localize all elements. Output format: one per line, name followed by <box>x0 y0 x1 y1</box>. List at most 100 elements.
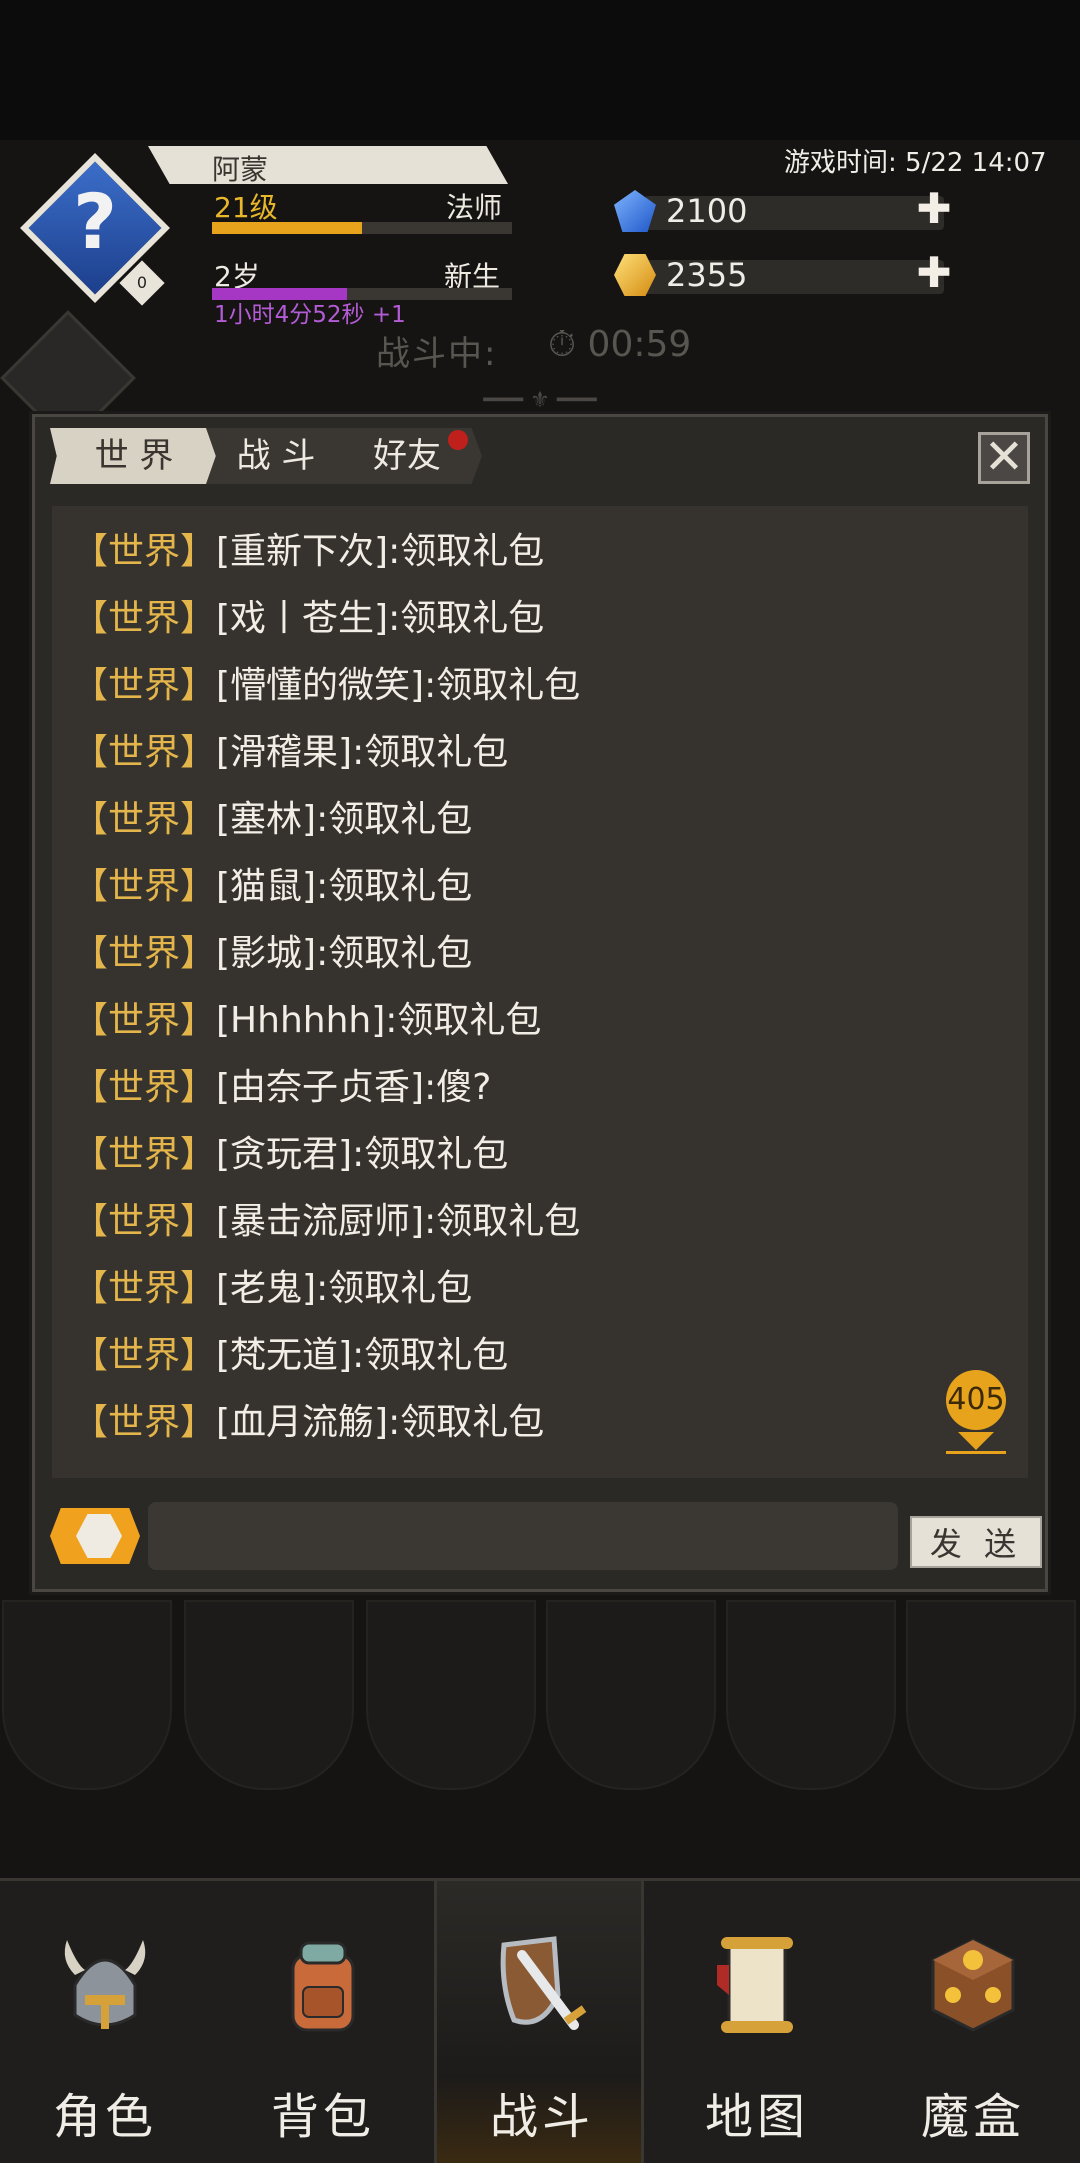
message-text: :领取礼包 <box>385 1000 542 1041</box>
nav-label-backpack: 背包 <box>270 2089 375 2145</box>
send-button[interactable]: 发 送 <box>910 1516 1042 1568</box>
list-item: 【世界】[血月流觞]:领取礼包 <box>72 1393 544 1445</box>
message-text: :领取礼包 <box>352 732 509 773</box>
blue-gem-value: 2100 <box>666 192 748 230</box>
level-progress-bar <box>212 222 512 234</box>
tab-battle[interactable]: 战 斗 <box>206 428 346 484</box>
list-item: 【世界】[梵无道]:领取礼包 <box>72 1326 508 1378</box>
clock-icon: ⏱ <box>548 324 577 365</box>
chat-message-list[interactable]: 【世界】[重新下次]:领取礼包 【世界】[戏丨苍生]:领取礼包 【世界】[懵懂的… <box>52 506 1028 1478</box>
message-user[interactable]: [懵懂的微笑] <box>216 665 424 706</box>
gold-gem-counter: 2355 ✚ <box>614 252 954 296</box>
battle-status-label: 战斗中: <box>376 334 498 374</box>
message-text: :领取礼包 <box>316 866 473 907</box>
list-item: 【世界】[贪玩君]:领取礼包 <box>72 1125 508 1177</box>
player-name: 阿蒙 <box>212 153 269 186</box>
message-user[interactable]: [塞林] <box>216 799 316 840</box>
message-text: :领取礼包 <box>424 665 581 706</box>
channel-tag: 【世界】 <box>72 933 217 974</box>
add-gold-gem-button[interactable]: ✚ <box>914 252 954 294</box>
message-user[interactable]: [血月流觞] <box>216 1402 388 1443</box>
emoji-button[interactable] <box>50 1508 140 1564</box>
player-avatar[interactable]: ? 0 <box>20 153 172 306</box>
avatar-badge-value: 0 <box>136 273 148 292</box>
channel-tag: 【世界】 <box>72 1067 217 1108</box>
close-button[interactable]: ✕ <box>978 432 1030 484</box>
add-blue-gem-button[interactable]: ✚ <box>914 188 954 230</box>
channel-tag: 【世界】 <box>72 598 217 639</box>
list-item: 【世界】[滑稽果]:领取礼包 <box>72 723 508 775</box>
nav-item-map[interactable]: 地图 <box>652 1881 862 2163</box>
message-user[interactable]: [暴击流厨师] <box>216 1201 424 1242</box>
message-user[interactable]: [戏丨苍生] <box>216 598 388 639</box>
bg-slot <box>726 1600 896 1790</box>
bottom-nav: 角色 背包 战斗 地图 魔盒 <box>0 1878 1080 2163</box>
player-class: 法师 <box>446 191 503 224</box>
nav-item-character[interactable]: 角色 <box>0 1881 210 2163</box>
channel-tag: 【世界】 <box>72 665 217 706</box>
message-text: :领取礼包 <box>424 1201 581 1242</box>
channel-tag: 【世界】 <box>72 531 217 572</box>
bg-slot <box>2 1600 172 1790</box>
nav-item-battle[interactable]: 战斗 <box>434 1881 644 2163</box>
magic-box-icon <box>931 1938 1015 2032</box>
list-item: 【世界】[老鬼]:领取礼包 <box>72 1259 472 1311</box>
message-user[interactable]: [猫鼠] <box>216 866 316 907</box>
backpack-icon <box>291 1941 355 2032</box>
helmet-icon <box>64 1940 146 2029</box>
status-bar-area <box>0 0 1080 140</box>
list-item: 【世界】[由奈子贞香]:傻? <box>72 1058 491 1110</box>
avatar-badge: 0 <box>119 260 165 306</box>
bg-slot <box>906 1600 1076 1790</box>
message-text: :领取礼包 <box>388 531 545 572</box>
battle-clock-value: 00:59 <box>587 324 692 365</box>
nav-item-backpack[interactable]: 背包 <box>218 1881 428 2163</box>
divider-ornament-icon: ━━━ ⚜ ━━━ <box>483 388 597 413</box>
message-text: :领取礼包 <box>388 598 545 639</box>
nav-label-map: 地图 <box>704 2089 809 2145</box>
bg-slot <box>366 1600 536 1790</box>
tab-world[interactable]: 世 界 <box>50 428 218 484</box>
message-text: :领取礼包 <box>388 1402 545 1443</box>
message-user[interactable]: [滑稽果] <box>216 732 352 773</box>
scroll-down-arrow-icon[interactable] <box>958 1432 994 1450</box>
channel-tag: 【世界】 <box>72 1201 217 1242</box>
level-progress-fill <box>212 222 362 234</box>
list-item: 【世界】[猫鼠]:领取礼包 <box>72 857 472 909</box>
blue-gem-counter: 2100 ✚ <box>614 188 954 232</box>
name-plate <box>148 146 508 184</box>
bg-slot <box>184 1600 354 1790</box>
chat-input[interactable] <box>148 1502 898 1570</box>
gold-gem-value: 2355 <box>666 256 748 294</box>
list-item: 【世界】[戏丨苍生]:领取礼包 <box>72 589 544 641</box>
channel-tag: 【世界】 <box>72 799 217 840</box>
nav-item-magic-box[interactable]: 魔盒 <box>868 1881 1078 2163</box>
unread-count-badge[interactable]: 405 <box>946 1370 1006 1430</box>
list-item: 【世界】[影城]:领取礼包 <box>72 924 472 976</box>
channel-tag: 【世界】 <box>72 1000 217 1041</box>
message-text: :领取礼包 <box>316 1268 473 1309</box>
list-item: 【世界】[重新下次]:领取礼包 <box>72 522 544 574</box>
message-user[interactable]: [Hhhhhh] <box>216 1000 385 1041</box>
player-level: 21级 <box>214 191 278 224</box>
scroll-down-underline <box>946 1451 1006 1454</box>
growth-timer: 1小时4分52秒 +1 <box>214 302 406 328</box>
list-item: 【世界】[暴击流厨师]:领取礼包 <box>72 1192 580 1244</box>
message-user[interactable]: [重新下次] <box>216 531 388 572</box>
list-item: 【世界】[塞林]:领取礼包 <box>72 790 472 842</box>
message-user[interactable]: [贪玩君] <box>216 1134 352 1175</box>
shield-sword-icon <box>500 1936 587 2030</box>
channel-tag: 【世界】 <box>72 732 217 773</box>
message-text: :领取礼包 <box>352 1335 509 1376</box>
message-user[interactable]: [老鬼] <box>216 1268 316 1309</box>
nav-label-battle: 战斗 <box>489 2089 594 2145</box>
list-item: 【世界】[懵懂的微笑]:领取礼包 <box>72 656 580 708</box>
mage-emblem-icon: ? <box>72 177 118 266</box>
bg-slot <box>546 1600 716 1790</box>
message-user[interactable]: [梵无道] <box>216 1335 352 1376</box>
channel-tag: 【世界】 <box>72 1134 217 1175</box>
list-item: 【世界】[Hhhhhh]:领取礼包 <box>72 991 541 1043</box>
message-user[interactable]: [由奈子贞香] <box>216 1067 424 1108</box>
scroll-map-icon <box>717 1937 793 2033</box>
message-user[interactable]: [影城] <box>216 933 316 974</box>
